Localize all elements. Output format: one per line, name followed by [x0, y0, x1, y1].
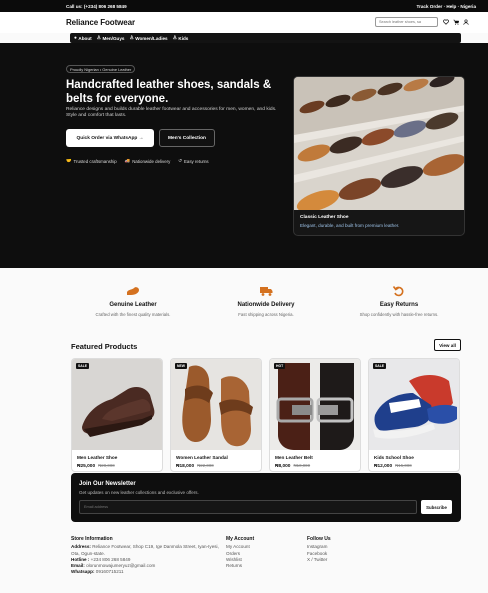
newsletter-email-input[interactable]: [79, 500, 417, 514]
product-name: Women Leather Sandal: [176, 455, 228, 460]
shoe-shelf-image: [294, 77, 464, 210]
newsletter-subtitle: Get updates on new leather collections a…: [79, 490, 199, 495]
hero-card-subtitle: Elegant, durable, and built from premium…: [300, 223, 400, 228]
footer-heading: Store Information: [71, 536, 113, 542]
subscribe-button[interactable]: Subscribe: [421, 500, 452, 514]
product-card[interactable]: SALE Men Leather Shoe ₦25,000 ₦28,000: [71, 358, 163, 472]
product-old-price: ₦28,000: [98, 463, 115, 468]
footer-store-info: Store Information Address: Reliance Foot…: [71, 536, 221, 576]
return-icon: ↺: [178, 158, 182, 163]
feature-returns: Easy Returns Shop confidently with hassl…: [329, 285, 469, 317]
product-tag: NEW: [175, 363, 187, 369]
product-old-price: ₦15,000: [395, 463, 412, 468]
footer-link[interactable]: Facebook: [307, 551, 331, 557]
product-image: [369, 359, 459, 450]
feature-genuine-leather: Genuine Leather Crafted with the finest …: [63, 285, 203, 317]
whatsapp-order-button[interactable]: Quick Order via WhatsApp →: [66, 129, 154, 147]
footer-follow: Follow Us Instagram Facebook X / Twitter: [307, 536, 331, 563]
nav-label: Kids: [178, 35, 189, 41]
header: Reliance Footwear: [0, 12, 488, 33]
heart-icon[interactable]: [442, 16, 449, 27]
product-tag: SALE: [373, 363, 387, 369]
footer-whatsapp[interactable]: Whatsapp: 09160715211: [71, 569, 221, 575]
product-price: ₦25,000 ₦28,000: [77, 463, 115, 469]
info-icon: ●: [74, 35, 77, 41]
nav-label: About: [78, 35, 92, 41]
product-name: Men Leather Shoe: [77, 455, 118, 460]
man-icon: ♙: [96, 35, 101, 41]
truck-icon: [196, 285, 336, 299]
search-input[interactable]: [375, 17, 438, 27]
footer-link[interactable]: Instagram: [307, 544, 331, 550]
hero-features: 🤝 Trusted craftsmanship 🚚 Nationwide deliv…: [66, 158, 209, 164]
nav-item-women[interactable]: ♙ Women/Ladies: [129, 36, 167, 41]
child-icon: ♙: [172, 35, 177, 41]
newsletter-section: Join Our Newsletter Get updates on new l…: [71, 473, 461, 522]
product-name: Kids School Shoe: [374, 455, 414, 460]
leather-icon: [63, 285, 203, 299]
footer-link[interactable]: X / Twitter: [307, 557, 331, 563]
footer-address: Address: Reliance Footwear, Shop C19, Ig…: [71, 544, 219, 556]
product-old-price: ₦22,000: [197, 463, 214, 468]
view-all-button[interactable]: View all: [434, 339, 461, 351]
featured-products-title: Featured Products: [71, 342, 138, 351]
top-links[interactable]: Track Order · Help · Nigeria: [417, 4, 476, 9]
product-name: Men Leather Belt: [275, 455, 313, 460]
nav-item-kids[interactable]: ♙ Kids: [173, 36, 189, 41]
hero-product-card[interactable]: Classic Leather Shoe Elegant, durable, a…: [293, 76, 465, 236]
handshake-icon: 🤝: [66, 158, 72, 163]
footer-heading: My Account: [226, 536, 255, 542]
hero-feature: 🚚 Nationwide delivery: [124, 158, 171, 164]
product-image: [72, 359, 162, 450]
product-card[interactable]: HOT Men Leather Belt ₦8,000 ₦10,000: [269, 358, 361, 472]
product-card[interactable]: SALE Kids School Shoe ₦12,000 ₦15,000: [368, 358, 460, 472]
nav-label: Women/Ladies: [135, 35, 168, 41]
product-old-price: ₦10,000: [293, 463, 311, 468]
footer-heading: Follow Us: [307, 536, 331, 542]
nav-item-men[interactable]: ♙ Men/Guys: [97, 36, 125, 41]
hero-feature: ↺ Easy returns: [178, 158, 209, 164]
product-image: [270, 359, 360, 450]
hero-feature: 🤝 Trusted craftsmanship: [66, 158, 117, 164]
truck-icon: 🚚: [124, 158, 131, 163]
hero-description: Reliance designs and builds durable leat…: [66, 107, 277, 119]
product-price: ₦8,000 ₦10,000: [275, 463, 311, 469]
user-icon[interactable]: [462, 16, 469, 27]
nav-label: Men/Guys: [102, 35, 125, 41]
return-icon: [329, 285, 469, 299]
category-nav: ● About ♙ Men/Guys ♙ Women/Ladies ♙ Kids: [70, 33, 461, 43]
product-price: ₦18,000 ₦22,000: [176, 463, 214, 469]
product-card[interactable]: NEW Women Leather Sandal ₦18,000 ₦22,000: [170, 358, 262, 472]
mens-collection-button[interactable]: Men's Collection: [159, 129, 215, 147]
top-bar: Call us: (+234) 806 268 5849 Track Order…: [0, 0, 488, 12]
hero-card-title: Classic Leather Shoe: [300, 215, 349, 220]
hero-title: Handcrafted leather shoes, sandals & bel…: [66, 79, 272, 105]
brand-logo[interactable]: Reliance Footwear: [66, 18, 135, 27]
woman-icon: ♙: [129, 35, 134, 41]
product-tag: HOT: [274, 363, 286, 369]
footer-account: My Account My Account Orders Wishlist Re…: [226, 536, 254, 569]
call-us-text: Call us: (+234) 806 268 5849: [66, 3, 127, 9]
product-tag: SALE: [76, 363, 90, 369]
header-icons: [442, 16, 469, 27]
cart-icon[interactable]: [452, 16, 459, 27]
product-image: [171, 359, 261, 450]
product-price: ₦12,000 ₦15,000: [374, 463, 412, 469]
nav-item-about[interactable]: ● About: [74, 36, 92, 41]
hero-badge: Proudly Nigerian • Genuine Leather: [66, 65, 136, 73]
newsletter-title: Join Our Newsletter: [79, 481, 136, 487]
feature-delivery: Nationwide Delivery Fast shipping across…: [196, 285, 336, 317]
footer-link[interactable]: Returns: [226, 563, 254, 569]
